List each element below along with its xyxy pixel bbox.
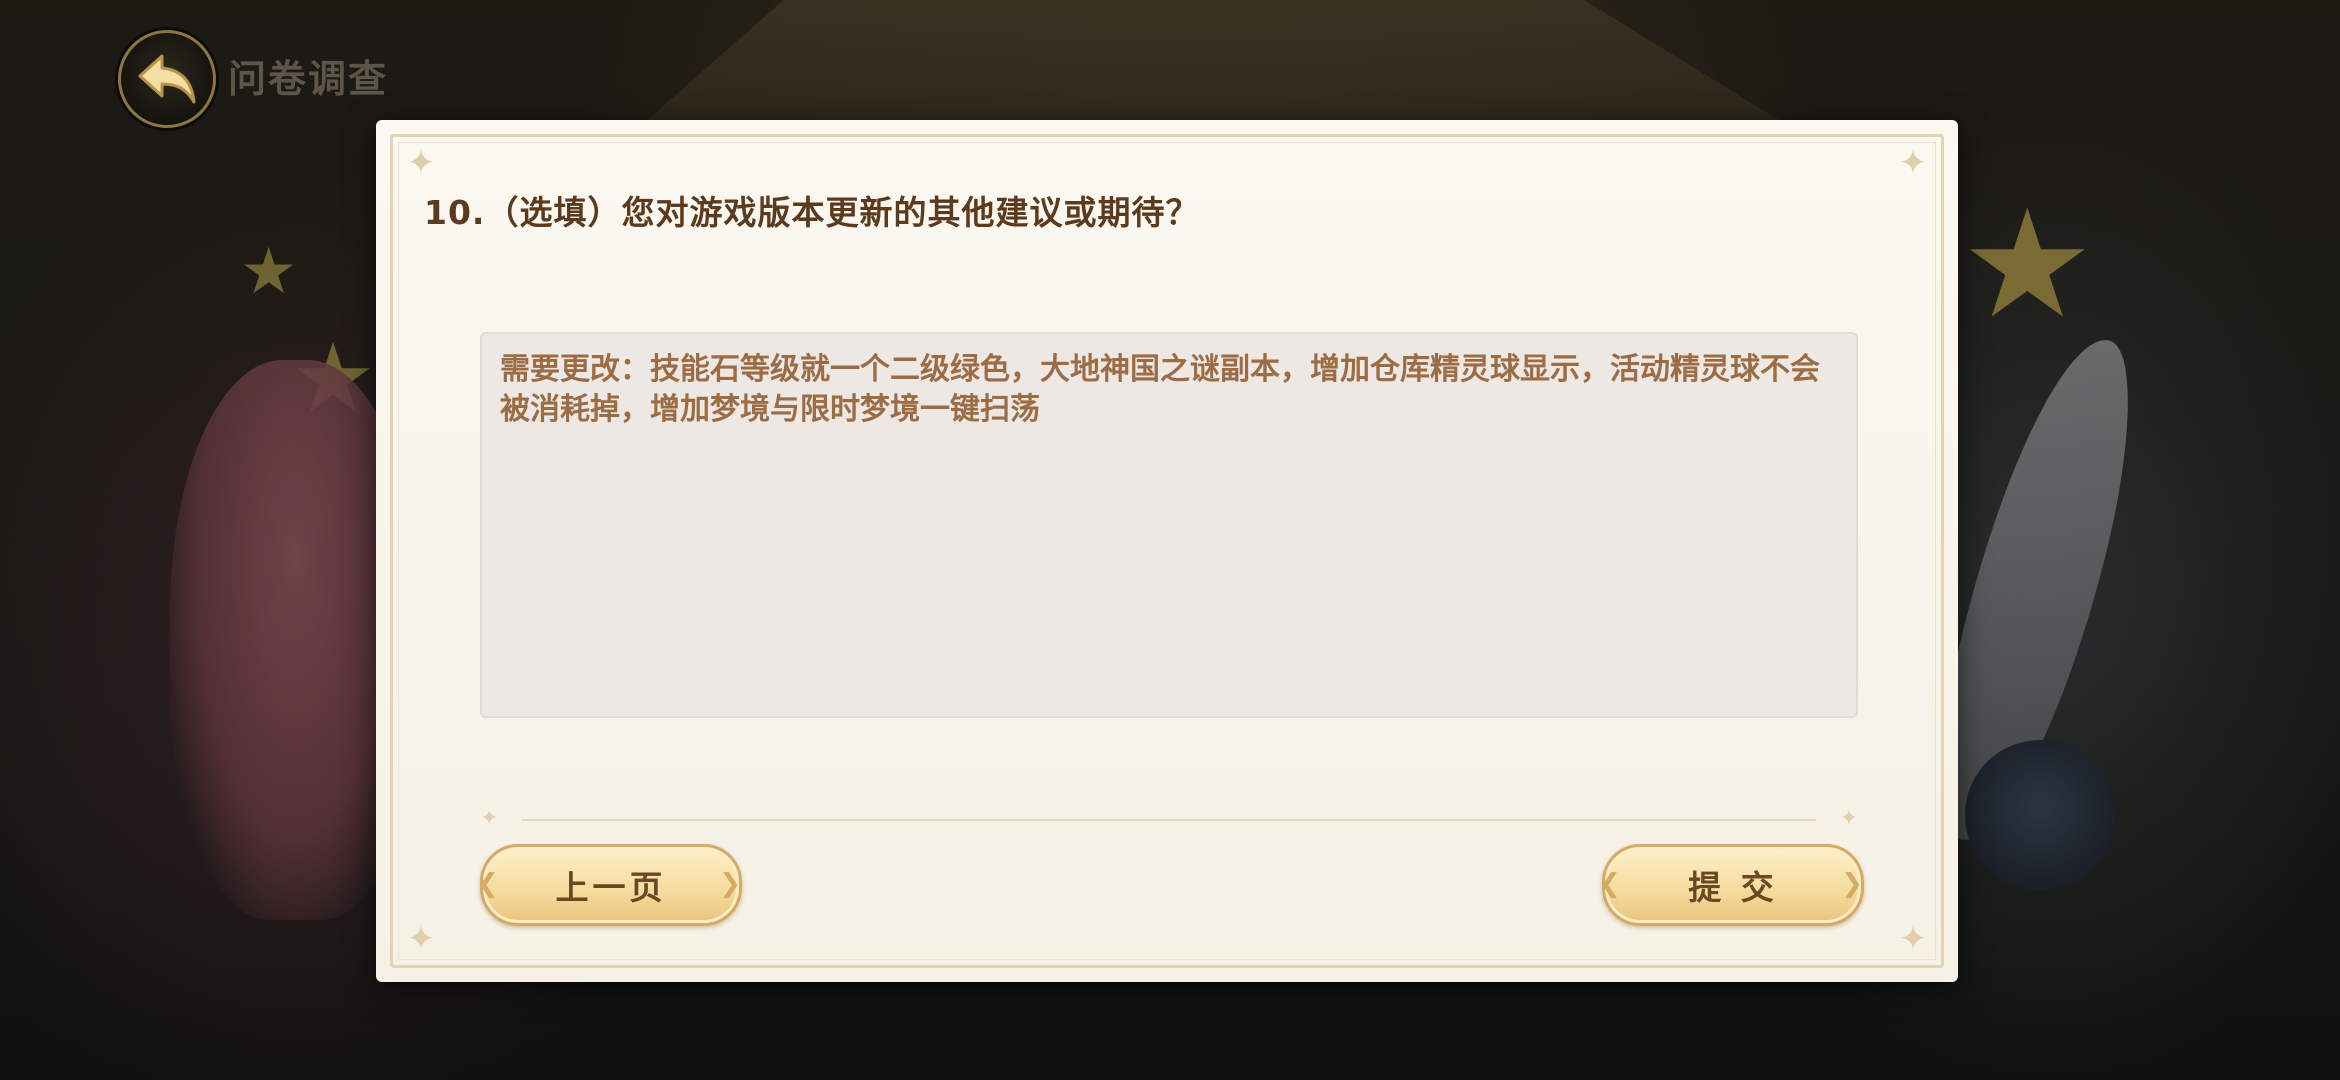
star-decoration-icon: ★ — [1960, 178, 2095, 352]
star-decoration-icon: ★ — [240, 235, 298, 309]
back-button[interactable] — [118, 30, 216, 128]
submit-button[interactable]: ❮ 提 交 ❯ — [1599, 844, 1867, 926]
question-text: 10.（选填）您对游戏版本更新的其他建议或期待？ — [424, 193, 1200, 232]
button-ornament-icon: ❮ — [477, 869, 503, 899]
corner-ornament-icon: ✦ — [1898, 919, 1928, 959]
page-title: 问卷调查 — [228, 57, 389, 101]
corner-ornament-icon: ✦ — [406, 919, 436, 959]
divider-line — [522, 819, 1816, 821]
corner-ornament-icon: ✦ — [1898, 143, 1928, 183]
divider-diamond-icon: ✦ — [480, 806, 499, 831]
prev-page-label: 上一页 — [555, 868, 667, 907]
answer-textarea[interactable]: 需要更改：技能石等级就一个二级绿色，大地神国之谜副本，增加仓库精灵球显示，活动精… — [480, 332, 1858, 718]
button-ornament-icon: ❮ — [1599, 869, 1625, 899]
button-ornament-icon: ❯ — [1841, 869, 1867, 899]
prev-page-button[interactable]: ❮ 上一页 ❯ — [477, 844, 745, 926]
survey-dialog: ✦ ✦ ✦ ✦ 10.（选填）您对游戏版本更新的其他建议或期待？ 需要更改：技能… — [376, 120, 1958, 982]
game-screen: ★ ★ ★ 问卷调查 ✦ ✦ ✦ ✦ 10.（选填）您对游戏版本更新的其他建议或… — [0, 0, 2340, 1080]
divider-diamond-icon: ✦ — [1839, 806, 1858, 831]
button-ornament-icon: ❯ — [719, 869, 745, 899]
background-creature — [1965, 740, 2115, 890]
back-arrow-icon — [138, 54, 196, 104]
divider: ✦ ✦ — [480, 806, 1858, 831]
submit-label: 提 交 — [1688, 868, 1778, 907]
